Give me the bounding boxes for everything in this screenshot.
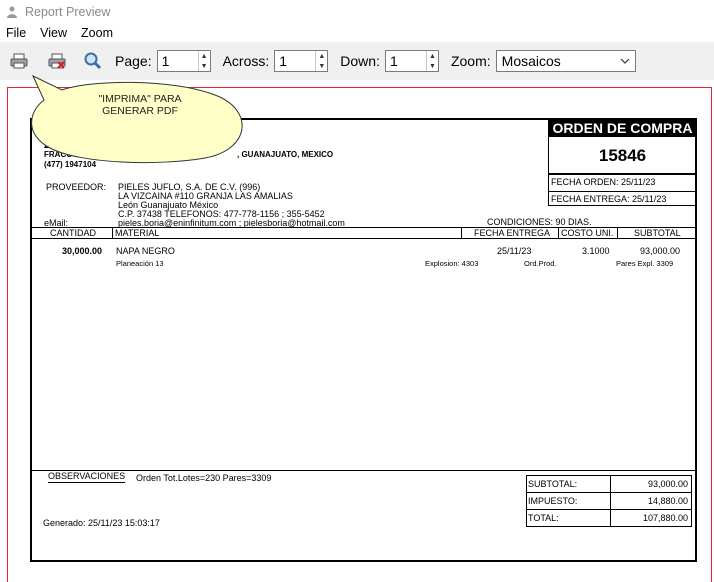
report-preview-window: Report Preview File View Zoom Page: 1 ▲ … bbox=[0, 0, 714, 582]
observaciones-text: Orden Tot.Lotes=230 Pares=3309 bbox=[136, 473, 272, 483]
subtotal-value: 93,000.00 bbox=[647, 479, 688, 489]
spin-down-icon[interactable]: ▼ bbox=[316, 61, 327, 71]
company-city: , GUANAJUATO, MEXICO bbox=[237, 150, 334, 159]
total-value: 107,880.00 bbox=[642, 513, 688, 523]
col-costo: COSTO UNI. bbox=[561, 228, 614, 238]
spin-up-icon[interactable]: ▲ bbox=[316, 51, 327, 61]
order-number-box: 15846 bbox=[548, 136, 697, 174]
toolbar: Page: 1 ▲ ▼ Across: 1 ▲ ▼ Down: 1 ▲ ▼ Zoom:… bbox=[0, 42, 714, 80]
printer-setup-button[interactable] bbox=[43, 47, 71, 75]
menu-zoom[interactable]: Zoom bbox=[74, 26, 120, 40]
down-label: Down: bbox=[340, 53, 380, 69]
app-icon bbox=[5, 5, 19, 19]
page-value: 1 bbox=[161, 53, 170, 69]
total-label: TOTAL: bbox=[528, 513, 559, 523]
across-stepper[interactable]: 1 ▲ ▼ bbox=[274, 50, 329, 72]
down-value: 1 bbox=[389, 53, 398, 69]
menu-file[interactable]: File bbox=[0, 26, 33, 40]
page-stepper[interactable]: 1 ▲ ▼ bbox=[156, 50, 211, 72]
report-page: ORDEN DE COMPRA 15846 FECHA ORDEN: 25/11… bbox=[30, 118, 697, 562]
totals-box: SUBTOTAL: 93,000.00 IMPUESTO: 14,880.00 TO… bbox=[526, 475, 692, 527]
item-subtotal: 93,000.00 bbox=[640, 246, 681, 256]
across-value: 1 bbox=[279, 53, 288, 69]
conditions: CONDICIONES: 90 DIAS. bbox=[487, 217, 592, 227]
col-fecha-entrega: FECHA ENTREGA bbox=[474, 228, 551, 238]
print-button[interactable] bbox=[5, 47, 33, 75]
col-material: MATERIAL bbox=[115, 228, 160, 238]
item-fecha: 25/11/23 bbox=[497, 246, 532, 256]
col-subtotal: SUBTOTAL bbox=[634, 228, 681, 238]
magnifier-icon bbox=[84, 52, 102, 70]
order-title: ORDEN DE COMPRA bbox=[548, 120, 697, 136]
item-ordprod: Ord.Prod. bbox=[524, 259, 557, 268]
dates-box: FECHA ORDEN: 25/11/23 FECHA ENTREGA: 25/… bbox=[548, 174, 697, 206]
callout-line-1: "IMPRIMA" PARA bbox=[98, 93, 182, 105]
order-number: 15846 bbox=[598, 146, 647, 165]
company-phone: (477) 1947104 bbox=[44, 160, 97, 169]
page-label: Page: bbox=[115, 53, 152, 69]
proveedor-label: PROVEEDOR: bbox=[46, 182, 107, 192]
observaciones-label: OBSERVACIONES bbox=[48, 471, 126, 483]
zoom-value: Mosaicos bbox=[501, 53, 561, 69]
down-stepper[interactable]: 1 ▲ ▼ bbox=[384, 50, 439, 72]
impuesto-value: 14,880.00 bbox=[647, 496, 688, 506]
spin-down-icon[interactable]: ▼ bbox=[199, 61, 210, 71]
item-pares: Pares Expl. 3309 bbox=[616, 259, 674, 268]
menu-view[interactable]: View bbox=[33, 26, 74, 40]
item-explosion: Explosion: 4303 bbox=[425, 259, 479, 268]
table-header: CANTIDAD MATERIAL FECHA ENTREGA COSTO UN… bbox=[32, 227, 697, 239]
item-material: NAPA NEGRO bbox=[116, 246, 175, 256]
chevron-down-icon bbox=[615, 58, 635, 64]
spin-down-icon[interactable]: ▼ bbox=[427, 61, 438, 71]
spin-up-icon[interactable]: ▲ bbox=[199, 51, 210, 61]
callout-line-2: GENERAR PDF bbox=[102, 105, 178, 117]
subtotal-label: SUBTOTAL: bbox=[528, 479, 578, 489]
zoom-label: Zoom: bbox=[450, 53, 491, 69]
across-label: Across: bbox=[222, 53, 270, 69]
window-title: Report Preview bbox=[25, 5, 111, 19]
item-planeacion: Planeación 13 bbox=[116, 259, 164, 268]
company-address: FRACC bbox=[44, 150, 72, 159]
title-bar: Report Preview bbox=[0, 0, 714, 24]
generado: Generado: 25/11/23 15:03:17 bbox=[43, 518, 160, 528]
item-cantidad: 30,000.00 bbox=[62, 246, 103, 256]
fecha-orden: FECHA ORDEN: 25/11/23 bbox=[551, 177, 656, 187]
menu-bar: File View Zoom bbox=[0, 24, 714, 42]
fecha-entrega: FECHA ENTREGA: 25/11/23 bbox=[551, 194, 667, 204]
callout-text: "IMPRIMA" PARA GENERAR PDF bbox=[75, 93, 205, 117]
item-costo: 3.1000 bbox=[582, 246, 610, 256]
printer-setup-icon bbox=[48, 53, 66, 69]
col-cantidad: CANTIDAD bbox=[50, 228, 97, 238]
zoom-button[interactable] bbox=[79, 47, 107, 75]
printer-icon bbox=[10, 53, 28, 69]
impuesto-label: IMPUESTO: bbox=[528, 496, 578, 506]
zoom-select[interactable]: Mosaicos bbox=[495, 50, 636, 72]
spin-up-icon[interactable]: ▲ bbox=[427, 51, 438, 61]
